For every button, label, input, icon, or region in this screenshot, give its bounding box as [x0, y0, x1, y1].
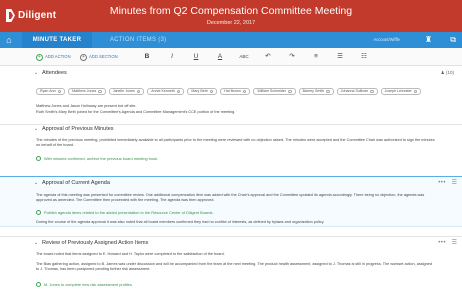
action-item-text: M. Jones to complete new risk assessment…: [44, 282, 133, 287]
attendees-note: Ruth Smith's Mary Beth joined for the Co…: [36, 110, 236, 114]
action-item[interactable]: With minutes confirmed, archive the prev…: [36, 156, 158, 161]
action-item-text: Publish agenda items related to the adde…: [44, 210, 214, 215]
numbered-list-button[interactable]: ☷: [356, 51, 372, 63]
chevron-down-icon[interactable]: ⌄: [34, 68, 38, 79]
section-body[interactable]: During the course of the agenda approval…: [36, 220, 436, 225]
align-button[interactable]: ≡: [308, 51, 324, 63]
tab-bar: ⌂ MINUTE TAKER ACTION ITEMS (3) Account/…: [0, 32, 462, 48]
attendee-chip[interactable]: Hal Brown: [220, 88, 251, 95]
home-icon[interactable]: ⌂: [0, 32, 18, 48]
remove-icon[interactable]: [209, 89, 214, 94]
underline-button[interactable]: U: [188, 51, 204, 63]
remove-icon[interactable]: [370, 89, 374, 94]
editor-toolbar: + ADD ACTION + ADD SECTION B I U A ABC ↶…: [0, 48, 462, 66]
plus-icon: +: [80, 53, 87, 61]
attendee-name: Annie Kenneth: [151, 89, 175, 93]
attendee-chip[interactable]: William Schneider: [253, 88, 296, 95]
attendee-name: Johanna Sullivan: [340, 89, 369, 93]
review-items-header[interactable]: ⌄ Review of Previously Assigned Action I…: [0, 238, 462, 249]
section-body[interactable]: The board noted that items assigned to E…: [36, 252, 436, 257]
more-dots-icon[interactable]: •••: [438, 238, 446, 249]
hamburger-icon[interactable]: ☰: [452, 178, 457, 189]
section-title: Approval of Current Agenda: [42, 180, 110, 186]
action-item-text: With minutes confirmed, archive the prev…: [44, 156, 159, 161]
section-body[interactable]: The minutes of the previous meeting, pro…: [36, 138, 436, 148]
remove-icon[interactable]: [57, 89, 62, 94]
redo-button[interactable]: ↷: [284, 51, 300, 63]
trophy-icon[interactable]: ♜: [425, 32, 432, 48]
approval-minutes-header[interactable]: ⌄ Approval of Previous Minutes: [0, 124, 462, 135]
remove-icon[interactable]: [98, 89, 102, 94]
title-bar: Diligent Minutes from Q2 Compensation Co…: [0, 0, 462, 32]
attendees-note: Matthew Jones and Jason Holloway are pre…: [36, 104, 137, 108]
attendee-chip[interactable]: Johanna Sullivan: [336, 88, 378, 95]
attendee-count-value: (10): [445, 70, 454, 75]
attendee-chip[interactable]: Ryan Ann: [36, 88, 66, 95]
section-body[interactable]: The Bias gathering action, assigned to B…: [36, 262, 436, 272]
attendee-count: ♟ (10): [441, 70, 454, 76]
bold-button[interactable]: B: [139, 51, 155, 63]
attendee-name: William Schneider: [257, 89, 287, 93]
action-item[interactable]: Publish agenda items related to the adde…: [36, 210, 214, 215]
attendee-name: Matthew Jones: [72, 89, 97, 93]
attendee-name: Barney Smith: [302, 89, 325, 93]
add-section-label: ADD SECTION: [89, 54, 118, 59]
add-action-button[interactable]: + ADD ACTION: [36, 53, 71, 61]
plus-icon: +: [36, 53, 43, 61]
attendee-chip[interactable]: Barney Smith: [298, 88, 334, 95]
meeting-date: December 22, 2017: [206, 20, 256, 26]
action-check-icon[interactable]: [36, 210, 41, 215]
hamburger-icon[interactable]: ☰: [452, 238, 457, 249]
more-dots-icon[interactable]: •••: [438, 178, 446, 189]
meeting-title: Minutes from Q2 Compensation Committee M…: [109, 5, 353, 17]
external-link-icon[interactable]: ⧉: [450, 32, 456, 48]
attendee-chips: Ryan Ann Matthew Jones Janelle Jones Ann…: [36, 88, 422, 95]
attendee-chip[interactable]: Matthew Jones: [68, 88, 106, 95]
attendee-name: Mary Beth: [191, 89, 208, 93]
remove-icon[interactable]: [326, 89, 330, 94]
section-title: Review of Previously Assigned Action Ite…: [42, 240, 149, 246]
italic-button[interactable]: I: [164, 51, 180, 63]
font-color-button[interactable]: A: [212, 51, 228, 63]
remove-icon[interactable]: [413, 89, 418, 94]
section-divider: [0, 236, 462, 237]
person-icon: ♟: [440, 70, 445, 75]
tab-minute-taker[interactable]: MINUTE TAKER: [22, 32, 92, 48]
tab-action-items[interactable]: ACTION ITEMS (3): [110, 32, 166, 48]
approval-agenda-header[interactable]: ⌄ Approval of Current Agenda ••• ☰: [0, 178, 462, 189]
action-item[interactable]: M. Jones to complete new risk assessment…: [36, 282, 133, 287]
action-check-icon[interactable]: [36, 156, 41, 161]
add-action-label: ADD ACTION: [45, 54, 71, 59]
attendee-name: Janelle Jones: [112, 89, 135, 93]
attendee-chip[interactable]: Janelle Jones: [108, 88, 145, 95]
action-check-icon[interactable]: [36, 282, 41, 287]
attendee-chip[interactable]: Annie Kenneth: [147, 88, 185, 95]
attendee-chip[interactable]: Mary Beth: [187, 88, 218, 95]
chevron-down-icon[interactable]: ⌄: [34, 178, 38, 189]
section-body[interactable]: The agenda of this meeting was presented…: [36, 193, 436, 203]
bullet-list-button[interactable]: ☰: [332, 51, 348, 63]
section-title: Approval of Previous Minutes: [42, 126, 114, 132]
spellcheck-button[interactable]: ABC: [236, 51, 252, 63]
remove-icon[interactable]: [288, 89, 292, 94]
section-title: Attendees: [42, 70, 67, 76]
chevron-down-icon[interactable]: ⌄: [34, 238, 38, 249]
remove-icon[interactable]: [136, 89, 141, 94]
account-label[interactable]: Account/Wiffle: [373, 32, 400, 48]
attendee-chip[interactable]: Joseph Leicester: [380, 88, 422, 95]
remove-icon[interactable]: [242, 89, 247, 94]
attendee-name: Joseph Leicester: [384, 89, 412, 93]
undo-button[interactable]: ↶: [260, 51, 276, 63]
attendee-name: Ryan Ann: [40, 89, 56, 93]
chevron-down-icon[interactable]: ⌄: [34, 124, 38, 135]
attendees-header[interactable]: ⌄ Attendees: [0, 68, 462, 79]
remove-icon[interactable]: [176, 89, 181, 94]
attendee-name: Hal Brown: [224, 89, 241, 93]
add-section-button[interactable]: + ADD SECTION: [80, 53, 118, 61]
